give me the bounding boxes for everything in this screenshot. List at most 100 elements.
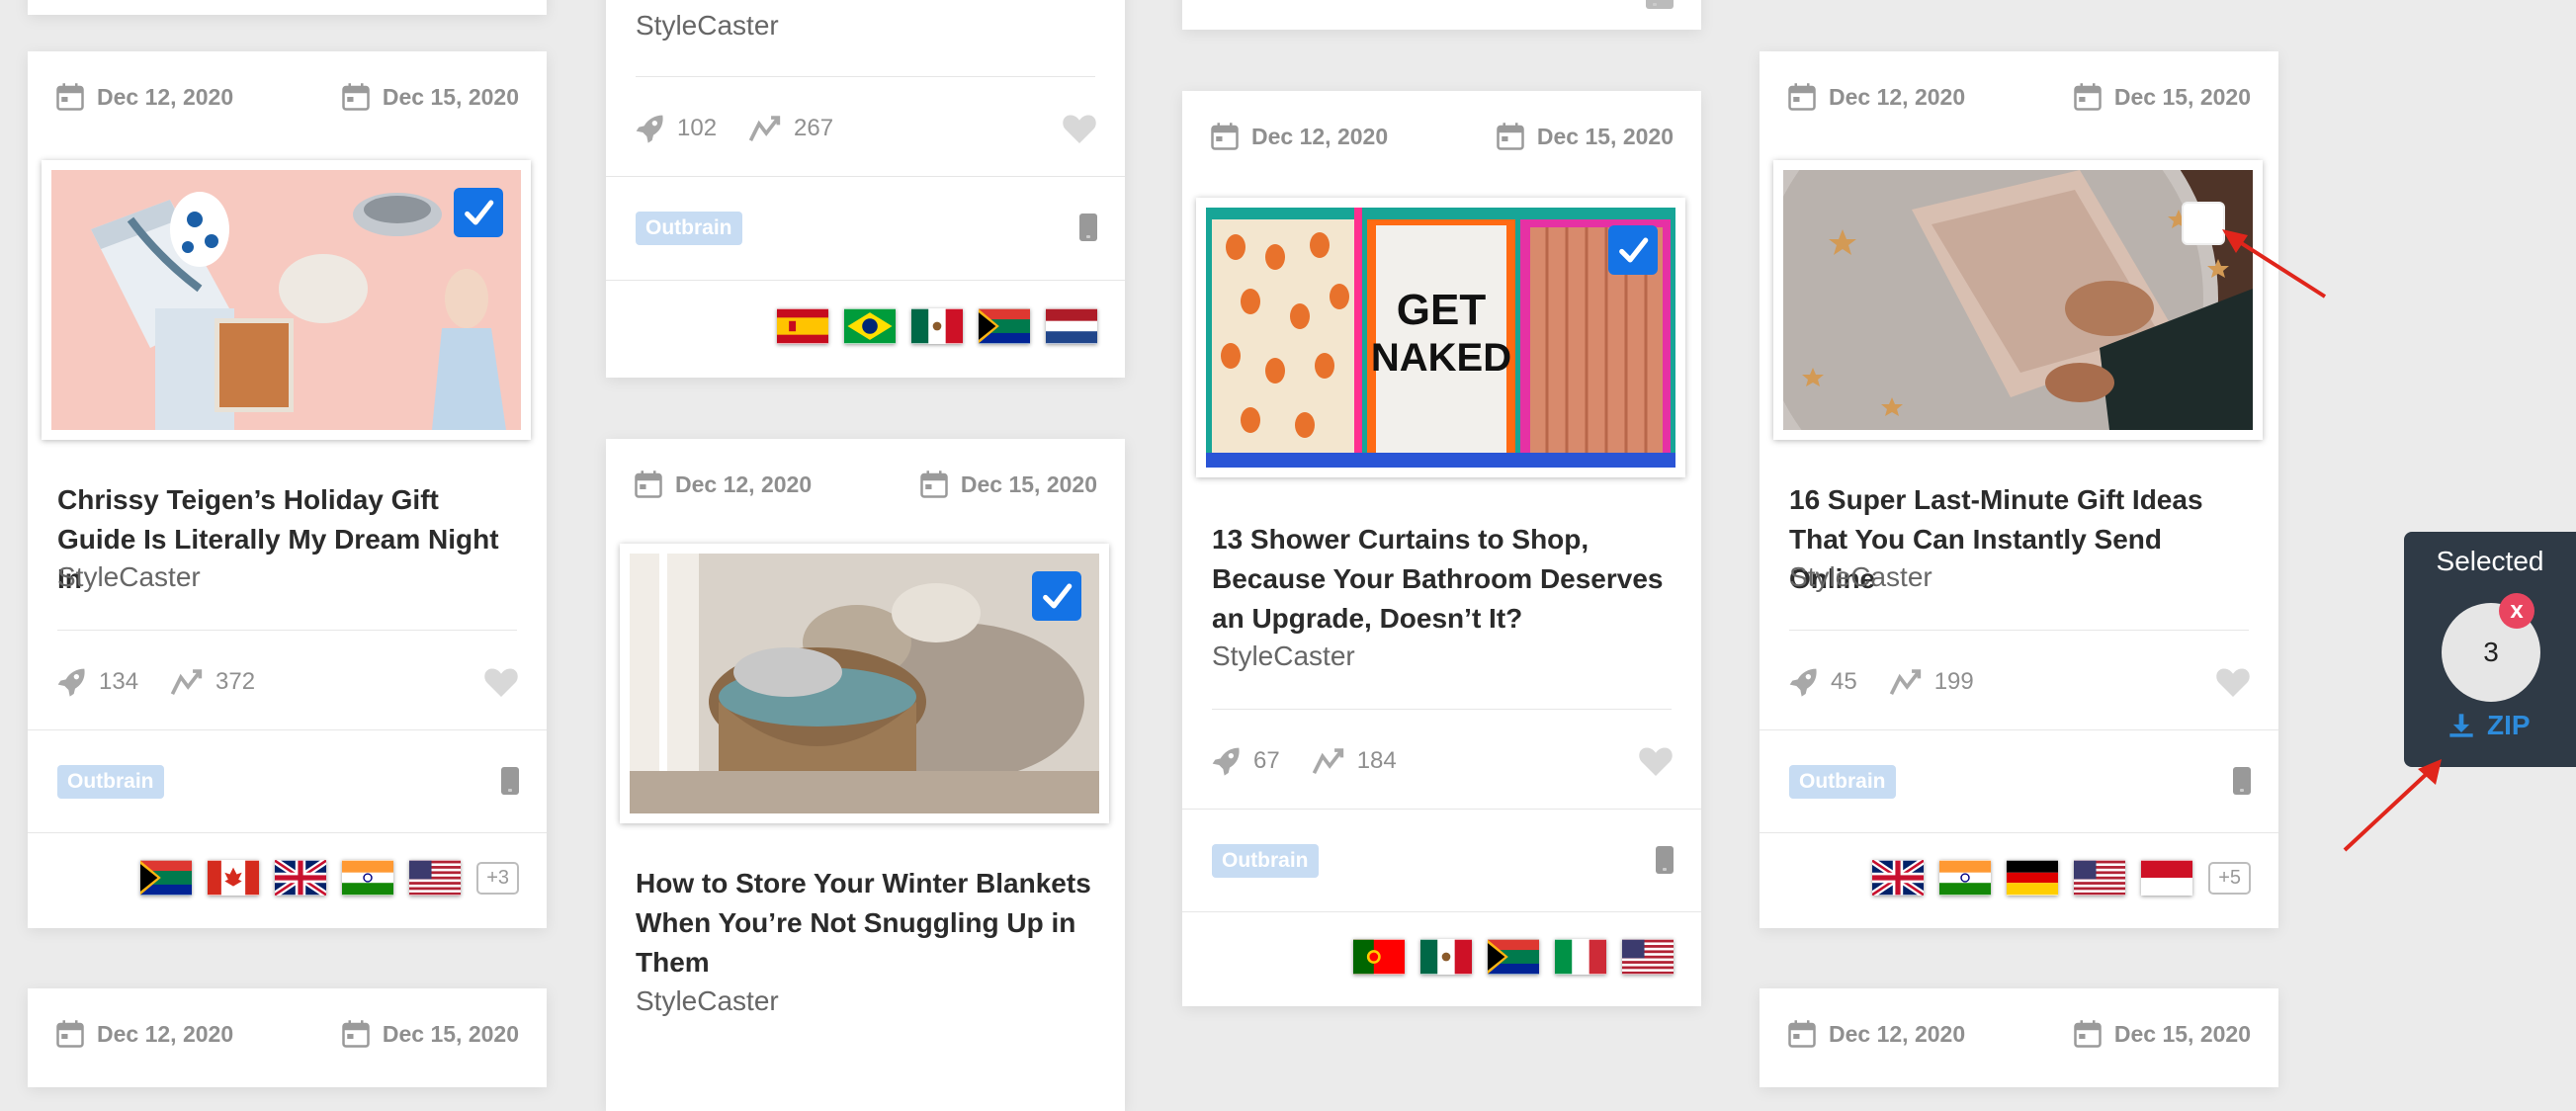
flag-mx-icon	[1420, 939, 1472, 975]
stats-row: 67 184	[1210, 739, 1674, 783]
selection-panel: Selected 3 x ZIP	[2404, 532, 2576, 767]
article-card: Dec 12, 2020 Dec 15, 2020	[1760, 988, 2278, 1087]
article-card	[28, 0, 547, 15]
start-date: Dec 12, 2020	[1787, 77, 1965, 117]
calendar-icon	[1496, 122, 1525, 151]
article-card: Dec 12, 2020 Dec 15, 2020	[28, 988, 547, 1087]
article-card: Dec 12, 2020 Dec 15, 2020	[1760, 51, 2278, 928]
flag-us-icon	[1622, 939, 1674, 975]
shares-stat: 67	[1210, 745, 1280, 777]
article-thumbnail[interactable]: GET NAKED	[1196, 198, 1685, 477]
trend-stat: 184	[1312, 746, 1397, 776]
country-flags	[1353, 939, 1674, 975]
divider	[28, 729, 547, 730]
article-title[interactable]: 13 Shower Curtains to Shop, Because Your…	[1212, 520, 1672, 639]
divider	[28, 832, 547, 833]
calendar-icon	[341, 82, 371, 112]
calendar-icon	[634, 470, 663, 499]
divider	[57, 630, 517, 631]
calendar-icon	[55, 82, 85, 112]
article-source: StyleCaster	[636, 10, 779, 41]
end-date: Dec 15, 2020	[919, 465, 1097, 504]
heart-icon[interactable]	[483, 665, 519, 699]
article-source: StyleCaster	[1212, 641, 1355, 671]
stats-row: 45 199	[1787, 660, 2251, 704]
thumbnail-image	[630, 554, 1099, 813]
end-date: Dec 15, 2020	[341, 77, 519, 117]
divider	[1182, 911, 1701, 912]
calendar-icon	[341, 1019, 371, 1049]
heart-icon[interactable]	[1638, 744, 1674, 778]
calendar-icon	[2073, 82, 2103, 112]
shares-stat: 134	[55, 666, 138, 698]
trend-stat: 199	[1889, 667, 1974, 697]
network-badge: Outbrain	[1212, 844, 1319, 878]
divider	[1789, 630, 2249, 631]
select-checkbox[interactable]	[454, 188, 503, 237]
flag-mx-icon	[911, 308, 963, 344]
thumbnail-image	[1783, 170, 2253, 430]
divider	[606, 176, 1125, 177]
more-countries[interactable]: +5	[2208, 861, 2251, 895]
heart-icon[interactable]	[1062, 112, 1097, 145]
shares-stat: 45	[1787, 666, 1857, 698]
rocket-icon	[1210, 745, 1242, 777]
trend-icon	[170, 667, 204, 697]
trend-icon	[748, 114, 782, 143]
calendar-icon	[2073, 1019, 2103, 1049]
article-thumbnail[interactable]	[1773, 160, 2263, 440]
article-source: StyleCaster	[636, 985, 779, 1016]
divider	[1182, 809, 1701, 810]
flag-in-icon	[342, 860, 393, 896]
more-countries[interactable]: +3	[476, 861, 519, 895]
check-icon	[1616, 233, 1650, 267]
divider	[1760, 832, 2278, 833]
country-flags: +5	[1872, 860, 2251, 896]
selected-label: Selected	[2436, 546, 2544, 576]
mobile-icon	[1656, 846, 1674, 874]
network-badge: Outbrain	[636, 212, 742, 245]
date-range: Dec 12, 2020 Dec 15, 2020	[1787, 1014, 2251, 1054]
flag-de-icon	[2007, 860, 2058, 896]
stats-row: 134 372	[55, 660, 519, 704]
end-date: Dec 15, 2020	[2073, 1014, 2251, 1054]
divider	[1760, 729, 2278, 730]
flag-za-icon	[140, 860, 192, 896]
date-range: Dec 12, 2020 Dec 15, 2020	[55, 77, 519, 117]
clear-selection-button[interactable]: x	[2499, 593, 2534, 629]
end-date: Dec 15, 2020	[2073, 77, 2251, 117]
country-flags: +3	[140, 860, 519, 896]
network-badge: Outbrain	[1789, 765, 1896, 799]
annotation-arrow	[2343, 759, 2442, 852]
mobile-icon	[1079, 214, 1097, 241]
calendar-icon	[55, 1019, 85, 1049]
mobile-icon	[1646, 0, 1674, 9]
svg-text:GET: GET	[1397, 286, 1487, 334]
download-zip-button[interactable]: ZIP	[2447, 710, 2531, 741]
article-card: Dec 12, 2020 Dec 15, 2020	[1182, 91, 1701, 1006]
calendar-icon	[919, 470, 949, 499]
start-date: Dec 12, 2020	[1787, 1014, 1965, 1054]
flag-id-icon	[2141, 860, 2192, 896]
flag-gb-icon	[275, 860, 326, 896]
flag-br-icon	[844, 308, 896, 344]
article-thumbnail[interactable]	[42, 160, 531, 440]
calendar-icon	[1210, 122, 1240, 151]
select-checkbox[interactable]	[1032, 571, 1081, 621]
heart-icon[interactable]	[2215, 665, 2251, 699]
annotation-arrow	[2222, 229, 2327, 299]
flag-pt-icon	[1353, 939, 1405, 975]
trend-stat: 372	[170, 667, 255, 697]
flag-in-icon	[1939, 860, 1991, 896]
calendar-icon	[1787, 82, 1817, 112]
flag-es-icon	[777, 308, 828, 344]
select-checkbox[interactable]	[1608, 225, 1658, 275]
download-icon	[2449, 714, 2473, 737]
check-icon	[462, 196, 495, 229]
article-source: StyleCaster	[1789, 561, 1932, 592]
article-title[interactable]: How to Store Your Winter Blankets When Y…	[636, 864, 1095, 983]
rocket-icon	[1787, 666, 1819, 698]
rocket-icon	[55, 666, 87, 698]
flag-ca-icon	[208, 860, 259, 896]
article-thumbnail[interactable]	[620, 544, 1109, 823]
